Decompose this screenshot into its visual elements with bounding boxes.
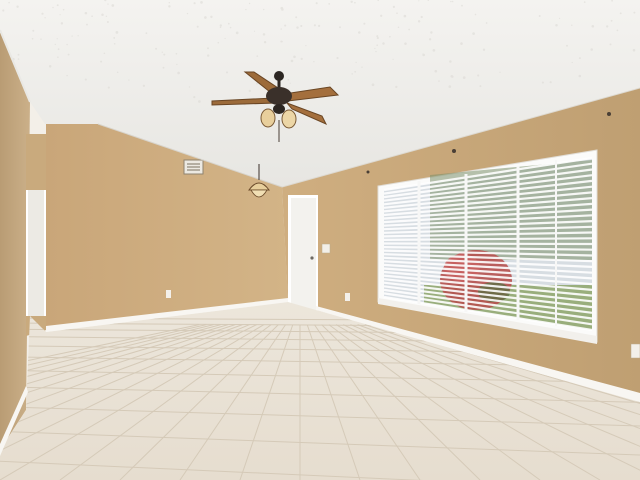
outlet — [345, 293, 350, 301]
front-door — [291, 198, 316, 310]
fan-light — [281, 109, 297, 129]
outlet — [630, 343, 640, 359]
curtain-hook — [607, 112, 611, 116]
curtain-hook — [366, 170, 370, 174]
curtain-hook — [452, 149, 456, 153]
hallway-doorway — [26, 190, 46, 316]
light-switch — [321, 243, 331, 254]
door-knob — [310, 256, 314, 260]
outlet — [166, 290, 171, 298]
living-room-photo — [0, 0, 640, 480]
fan-light — [260, 108, 276, 128]
